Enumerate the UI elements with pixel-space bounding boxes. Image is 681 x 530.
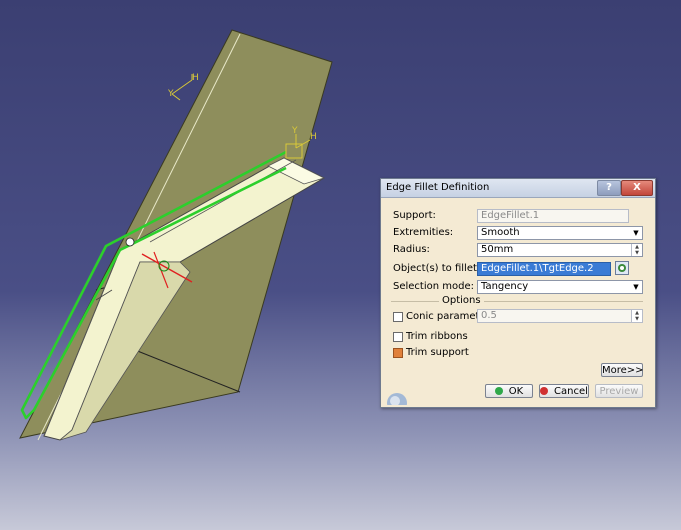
edit-list-icon[interactable] [615, 261, 629, 275]
ok-button[interactable]: OK [485, 384, 533, 398]
support-axis-label-h: H [192, 73, 199, 83]
selection-mode-label: Selection mode: [393, 281, 474, 292]
radius-label: Radius: [393, 244, 430, 255]
conic-checkbox[interactable] [393, 312, 403, 322]
ok-icon [494, 387, 503, 395]
trim-ribbons-checkbox[interactable] [393, 332, 403, 342]
trim-ribbons-label: Trim ribbons [406, 331, 468, 342]
more-button[interactable]: More>> [601, 363, 644, 377]
dialog-titlebar[interactable]: Edge Fillet Definition ? X [381, 179, 655, 198]
dialog-title: Edge Fillet Definition [386, 182, 490, 193]
edge-fillet-dialog[interactable]: Edge Fillet Definition ? X Support: Edge… [380, 178, 656, 408]
close-button[interactable]: X [621, 180, 653, 196]
fillet-axis-label-h: H [310, 132, 317, 142]
options-separator [391, 301, 643, 302]
support-axis-system [171, 74, 193, 101]
preview-button[interactable]: Preview [595, 384, 643, 398]
chevron-down-icon[interactable]: ▼ [630, 281, 642, 293]
cancel-button[interactable]: Cancel [539, 384, 589, 398]
conic-input: 0.5 ▲ ▼ [477, 309, 643, 323]
extremities-dropdown[interactable]: Smooth ▼ [477, 226, 643, 240]
chevron-down-icon[interactable]: ▼ [630, 227, 642, 239]
fillet-axis-label-y: Y [291, 126, 298, 136]
ok-label: OK [508, 386, 524, 397]
radius-input[interactable]: 50mm ▲ ▼ [477, 243, 643, 257]
selection-mode-dropdown[interactable]: Tangency ▼ [477, 280, 643, 294]
help-button[interactable]: ? [597, 180, 621, 196]
support-field: EdgeFillet.1 [477, 209, 629, 223]
extremities-value: Smooth [481, 227, 520, 238]
objects-label: Object(s) to fillet: [393, 263, 481, 274]
objects-field[interactable]: EdgeFillet.1\TgtEdge.2 [477, 262, 611, 276]
edge-marker[interactable] [125, 237, 135, 247]
trim-support-checkbox[interactable] [393, 348, 403, 358]
cancel-icon [540, 387, 549, 395]
cancel-label: Cancel [554, 386, 588, 397]
trim-support-label: Trim support [406, 347, 469, 358]
support-axis-label-y: Y [167, 89, 174, 99]
extremities-label: Extremities: [393, 227, 454, 238]
radius-value: 50mm [481, 244, 514, 255]
conic-value: 0.5 [481, 310, 497, 321]
support-label: Support: [393, 210, 436, 221]
conic-spinner: ▲ ▼ [631, 310, 642, 322]
catia-logo-icon [387, 393, 407, 405]
options-label: Options [439, 295, 484, 306]
selection-mode-value: Tangency [481, 281, 529, 292]
radius-spinner[interactable]: ▲ ▼ [631, 244, 642, 256]
